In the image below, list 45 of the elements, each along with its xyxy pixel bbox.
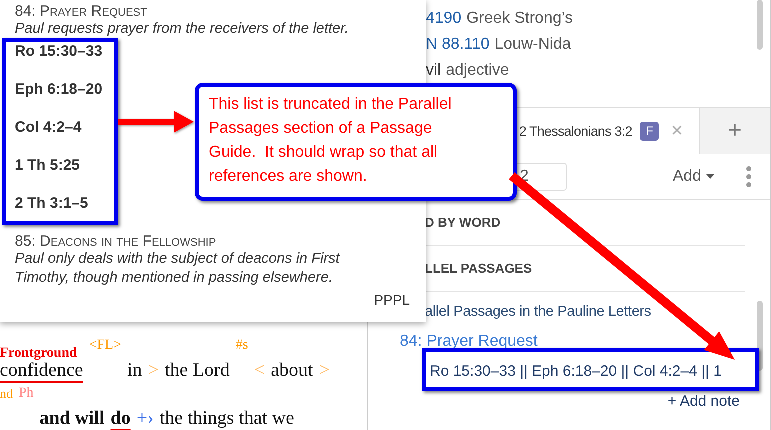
reference-list[interactable]: Ro 15:30–33 || Eph 6:18–20 || Col 4:2–4 || 1 <box>430 363 722 380</box>
lexicon-link[interactable]: N 88.110 <box>426 36 490 54</box>
add-note-link[interactable]: + Add note <box>668 393 740 410</box>
tag-marker: <FL> <box>89 338 122 354</box>
tag-marker: #s <box>236 338 248 354</box>
entry-heading: 85: Deacons in the Fellowship <box>15 233 218 250</box>
section-heading[interactable]: D BY WORD <box>425 215 501 230</box>
plus-link[interactable]: +› <box>136 408 154 430</box>
lexicon-label: Greek Strong’s <box>466 10 574 28</box>
bracket-marker: > <box>319 360 330 382</box>
reference-link[interactable]: Eph 6:18–20 <box>15 81 103 101</box>
scrollbar-thumb[interactable] <box>757 0 763 50</box>
reference-link[interactable]: Col 4:2–4 <box>15 119 82 139</box>
callout-note: This list is truncated in the Parallel Passages section of a Passage Guide. It should wrap so that all references are shown. <box>195 83 517 201</box>
bible-word: and will <box>40 409 105 430</box>
bible-word: the Lord <box>164 361 230 382</box>
source-label: PPPL <box>374 292 410 308</box>
bracket-marker: < <box>254 360 266 382</box>
bracket-marker: > <box>148 360 159 382</box>
entry-link[interactable]: 84: Prayer Request <box>400 333 538 350</box>
reference-link[interactable]: Ro 15:30–33 <box>15 43 103 63</box>
lexicon-word: vil <box>426 62 442 80</box>
reference-link[interactable]: 2 Th 3:1–5 <box>15 195 88 215</box>
lexicon-label: Louw-Nida <box>494 36 572 54</box>
bible-word: in <box>127 361 142 382</box>
menu-icon[interactable] <box>746 166 752 188</box>
annotation-label: nd <box>0 386 13 402</box>
lexicon-label: adjective <box>446 62 510 80</box>
bible-word: do <box>110 409 131 430</box>
lexicon-link[interactable]: 4190 <box>426 10 462 28</box>
section-heading[interactable]: LLEL PASSAGES <box>425 261 532 276</box>
annotation-label: Frontground <box>0 347 78 362</box>
entry-description: Paul requests prayer from the receivers of the letter. <box>15 20 350 39</box>
entry-heading: 84: Prayer Request <box>15 3 148 20</box>
bible-word: the things that we <box>160 409 294 430</box>
caret-icon <box>706 174 716 179</box>
bible-word: about <box>271 361 314 382</box>
entry-description: Paul only deals with the subject of deacons in First Timothy, though mentioned in passing elsewhere. <box>15 250 342 288</box>
note-marker: Ph <box>19 386 34 402</box>
collection-title[interactable]: allel Passages in the Pauline Letters <box>425 297 770 327</box>
reference-link[interactable]: 1 Th 5:25 <box>15 157 80 177</box>
add-button[interactable]: Add <box>667 166 722 186</box>
tab-title: 2 Thessalonians 3:2 <box>519 124 632 138</box>
badge: F <box>640 122 660 140</box>
bible-word: confidence <box>0 361 84 382</box>
